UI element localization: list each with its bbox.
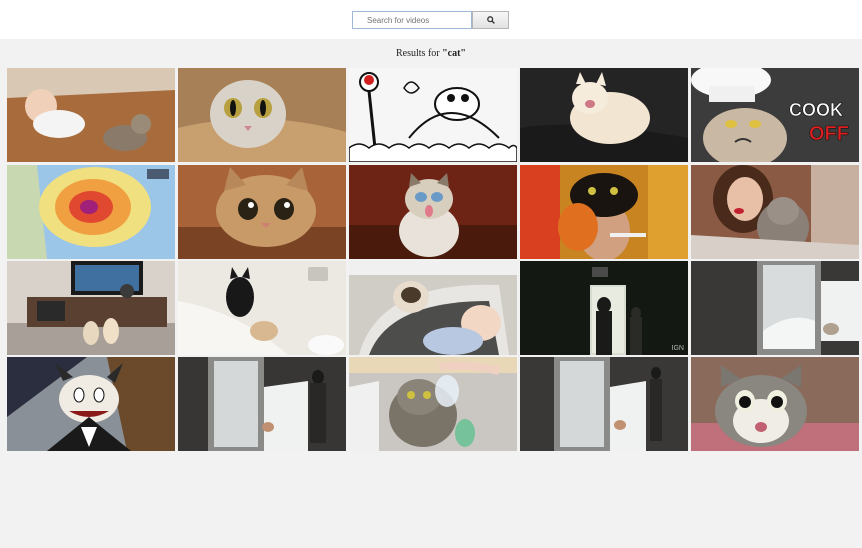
video-thumb-white-cat-couch[interactable] — [520, 68, 688, 162]
results-query: "cat" — [442, 48, 466, 59]
search-button[interactable] — [472, 11, 509, 29]
thumbnail-image — [691, 165, 859, 259]
svg-text:OFF: OFF — [809, 123, 849, 145]
video-thumb-cats-bathroom[interactable] — [178, 261, 346, 355]
video-thumb-grumpy-cat-cook-off[interactable]: COOK OFF — [691, 68, 859, 162]
video-thumb-baby-kitten[interactable] — [7, 68, 175, 162]
video-thumb-dogs-living-room[interactable] — [7, 261, 175, 355]
video-thumb-tabby-cat-face[interactable] — [178, 165, 346, 259]
video-thumb-door-snow-person[interactable] — [520, 357, 688, 451]
thumbnail-image — [7, 165, 175, 259]
search-icon — [486, 16, 495, 24]
thumbnail-image — [349, 357, 517, 451]
video-thumb-weather-map[interactable] — [7, 165, 175, 259]
svg-text:COOK: COOK — [789, 100, 843, 120]
thumbnail-image — [349, 68, 517, 162]
search-input[interactable] — [352, 11, 472, 29]
ign-watermark: IGN — [671, 345, 684, 352]
video-thumb-woman-door-snow[interactable] — [178, 357, 346, 451]
thumbnail-image — [7, 261, 175, 355]
thumbnail-image — [691, 357, 859, 451]
video-results-grid: COOK OFF IGN — [7, 68, 859, 451]
thumbnail-image — [520, 357, 688, 451]
thumbnail-image — [520, 261, 688, 355]
video-thumb-cat-paper-bag[interactable] — [178, 68, 346, 162]
thumbnail-image — [349, 261, 517, 355]
video-thumb-cat-on-head[interactable] — [520, 165, 688, 259]
top-bar — [0, 0, 862, 39]
thumbnail-image — [178, 165, 346, 259]
video-thumb-surprised-cat[interactable] — [691, 357, 859, 451]
thumbnail-image — [7, 68, 175, 162]
video-thumb-simons-cat-cartoon[interactable] — [349, 68, 517, 162]
video-thumb-grumpy-cat-red[interactable] — [349, 165, 517, 259]
thumbnail-image — [691, 261, 859, 355]
video-thumb-dark-hallway[interactable]: IGN — [520, 261, 688, 355]
thumbnail-image — [7, 357, 175, 451]
thumbnail-image — [178, 68, 346, 162]
thumbnail-image — [178, 357, 346, 451]
video-thumb-cat-door-snow[interactable] — [691, 261, 859, 355]
thumbnail-image — [520, 165, 688, 259]
results-heading: Results for "cat" — [0, 48, 862, 59]
video-thumb-cat-water-bottle[interactable] — [349, 357, 517, 451]
video-thumb-cartoon-cat-tux[interactable] — [7, 357, 175, 451]
thumbnail-image — [178, 261, 346, 355]
thumbnail-image — [520, 68, 688, 162]
results-prefix: Results for — [396, 48, 443, 59]
thumbnail-image: COOK OFF — [691, 68, 859, 162]
video-thumb-cat-baby-bouncer[interactable] — [349, 261, 517, 355]
thumbnail-image — [349, 165, 517, 259]
video-thumb-woman-with-cat[interactable] — [691, 165, 859, 259]
